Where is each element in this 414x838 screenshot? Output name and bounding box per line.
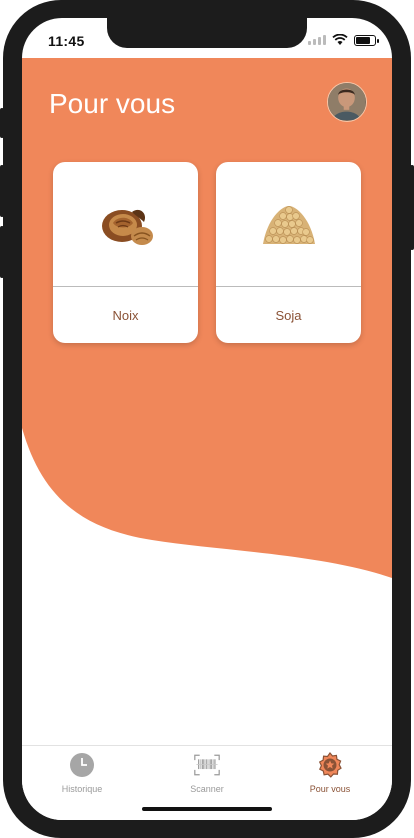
tab-scanner[interactable]: Scanner [157, 752, 257, 794]
star-badge-icon [317, 752, 343, 778]
battery-icon [354, 34, 379, 46]
card-noix[interactable]: Noix [53, 162, 198, 343]
card-label: Soja [275, 308, 302, 323]
walnut-image [53, 162, 198, 286]
phone-screen: 11:45 Pour vous Noix Soja Historique Sca… [22, 18, 392, 820]
avatar[interactable] [327, 82, 367, 122]
card-divider [216, 286, 361, 287]
status-time: 11:45 [48, 33, 85, 49]
card-soja[interactable]: Soja [216, 162, 361, 343]
home-indicator [142, 807, 272, 811]
card-label: Noix [112, 308, 139, 323]
wifi-icon [332, 34, 348, 45]
tab-label: Pour vous [309, 784, 351, 794]
status-icons [308, 34, 379, 46]
page-title: Pour vous [49, 88, 176, 119]
clock-icon [69, 752, 95, 778]
tab-label: Historique [61, 784, 103, 794]
barcode-scanner-icon [194, 752, 220, 778]
avatar-image [328, 83, 365, 120]
notch [107, 18, 307, 48]
tab-historique[interactable]: Historique [32, 752, 132, 794]
tab-label: Scanner [190, 784, 224, 794]
tab-pour-vous[interactable]: Pour vous [280, 752, 380, 794]
recommendation-cards: Noix Soja [53, 162, 361, 343]
soybeans-image [216, 162, 361, 286]
signal-icon [308, 35, 326, 45]
card-divider [53, 286, 198, 287]
